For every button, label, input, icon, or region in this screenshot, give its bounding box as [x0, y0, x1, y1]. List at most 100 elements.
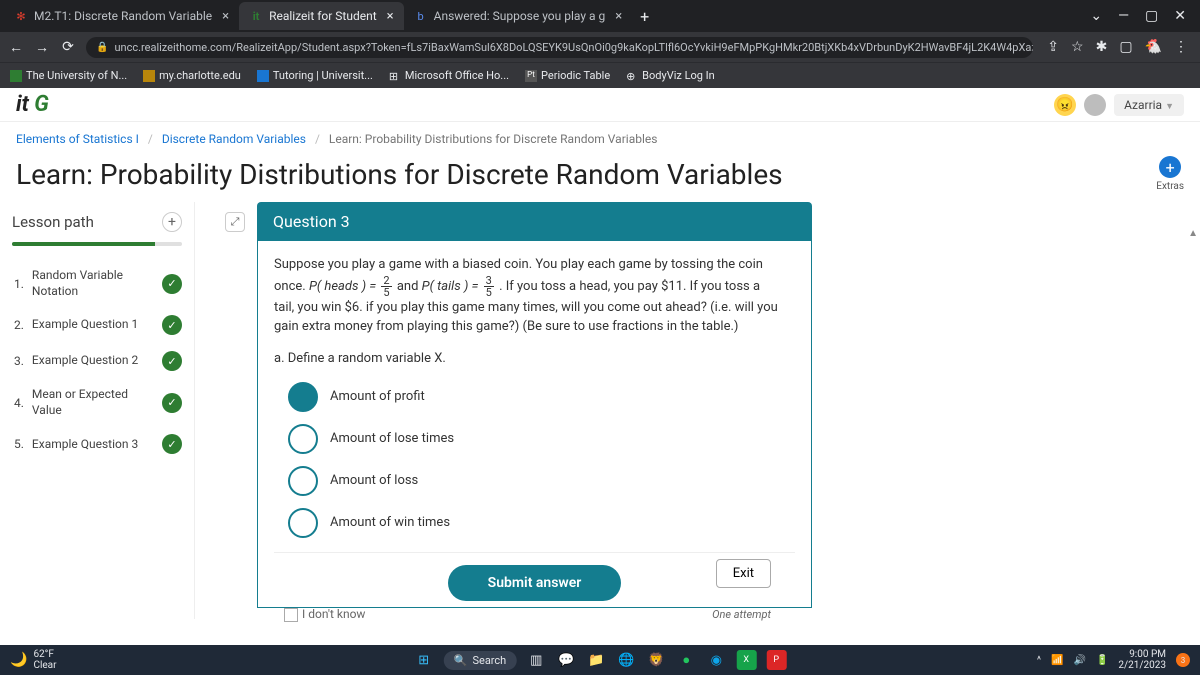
wifi-icon[interactable]: 📶 [1051, 655, 1063, 666]
back-button[interactable]: ← [8, 39, 24, 56]
submit-button[interactable]: Submit answer [448, 565, 622, 601]
question-footer: Submit answer Exit I don't know One atte… [274, 552, 795, 607]
chevron-down-icon: ▼ [1165, 102, 1174, 112]
radio-button[interactable] [288, 466, 318, 496]
windows-taskbar: 🌙 62°F Clear ⊞ 🔍Search ▥ 💬 📁 🌐 🦁 ● ◉ X P… [0, 645, 1200, 675]
radio-button[interactable] [288, 424, 318, 454]
spotify-icon[interactable]: ● [676, 650, 696, 670]
radio-label: Amount of lose times [330, 429, 454, 449]
lesson-item[interactable]: 2. Example Question 1 ✓ [0, 307, 194, 343]
minimize-icon[interactable]: — [1118, 8, 1129, 24]
content-column: ⤢ Question 3 Suppose you play a game wit… [195, 202, 1200, 619]
edge-icon[interactable]: ◉ [706, 650, 726, 670]
radio-label: Amount of win times [330, 513, 450, 533]
clock[interactable]: 9:00 PM 2/21/2023 [1118, 649, 1166, 671]
bookmark-item[interactable]: Tutoring | Universit... [257, 69, 373, 82]
tab-answered[interactable]: b Answered: Suppose you play a g × [404, 2, 633, 30]
new-tab-button[interactable]: + [632, 7, 657, 26]
i-dont-know-checkbox[interactable]: I don't know [284, 605, 365, 623]
radio-label: Amount of profit [330, 387, 425, 407]
user-name-label: Azarria [1124, 98, 1162, 112]
avatar[interactable] [1084, 94, 1106, 116]
radio-option[interactable]: Amount of win times [274, 502, 795, 544]
taskbar-search[interactable]: 🔍Search [444, 651, 517, 670]
radio-option[interactable]: Amount of loss [274, 460, 795, 502]
powerpoint-icon[interactable]: P [766, 650, 786, 670]
bartleby-icon: b [414, 9, 428, 23]
page-title: Learn: Probability Distributions for Dis… [16, 158, 1156, 191]
tab-label: M2.T1: Discrete Random Variable [34, 9, 212, 23]
chrome-icon[interactable]: 🌐 [616, 650, 636, 670]
share-icon[interactable]: ⇪ [1047, 39, 1059, 55]
radio-button[interactable] [288, 508, 318, 538]
forward-button[interactable]: → [34, 39, 50, 56]
bookmark-item[interactable]: The University of N... [10, 69, 127, 82]
lesson-item[interactable]: 1. Random Variable Notation ✓ [0, 260, 194, 307]
tray-chevron-icon[interactable]: ^ [1037, 655, 1041, 666]
radio-option[interactable]: Amount of profit [274, 376, 795, 418]
bookmark-item[interactable]: ⊕BodyViz Log In [626, 69, 715, 82]
status-face-icon[interactable]: 😠 [1054, 94, 1076, 116]
check-icon: ✓ [162, 351, 182, 371]
clock-time: 9:00 PM [1118, 649, 1166, 660]
close-icon[interactable]: × [387, 9, 394, 24]
close-icon[interactable]: × [615, 9, 622, 24]
battery-icon[interactable]: 🔋 [1096, 655, 1108, 666]
bookmark-item[interactable]: my.charlotte.edu [143, 69, 241, 82]
chat-icon[interactable]: 💬 [556, 650, 576, 670]
lesson-label: Example Question 2 [32, 353, 154, 369]
volume-icon[interactable]: 🔊 [1074, 655, 1086, 666]
add-lesson-button[interactable]: + [162, 212, 182, 232]
realizeit-logo[interactable]: it G [16, 92, 49, 117]
user-menu[interactable]: Azarria ▼ [1114, 94, 1184, 116]
bookmark-label: Periodic Table [541, 69, 610, 82]
task-view-icon[interactable]: ▥ [526, 650, 546, 670]
extension-icon[interactable]: ✱ [1096, 39, 1108, 55]
lesson-path-sidebar: Lesson path + 1. Random Variable Notatio… [0, 202, 195, 619]
browser-nav: ← → ⟳ 🔒 uncc.realizeithome.com/Realizeit… [0, 32, 1200, 62]
question-prompt-line: Suppose you play a game with a biased co… [274, 255, 795, 275]
lesson-item[interactable]: 4. Mean or Expected Value ✓ [0, 379, 194, 426]
logo-g: G [34, 92, 49, 117]
breadcrumb-link[interactable]: Discrete Random Variables [162, 132, 306, 146]
close-window-icon[interactable]: ✕ [1174, 8, 1186, 24]
brave-icon[interactable]: 🦁 [646, 650, 666, 670]
profile-icon[interactable]: 🐔 [1145, 39, 1162, 55]
close-icon[interactable]: × [222, 9, 229, 24]
question-body: Suppose you play a game with a biased co… [257, 241, 812, 608]
tab-realizeit[interactable]: it Realizeit for Student × [239, 2, 404, 30]
excel-icon[interactable]: X [736, 650, 756, 670]
clock-date: 2/21/2023 [1118, 660, 1166, 671]
lesson-item[interactable]: 3. Example Question 2 ✓ [0, 343, 194, 379]
reload-button[interactable]: ⟳ [60, 39, 76, 55]
breadcrumb-link[interactable]: Elements of Statistics I [16, 132, 139, 146]
lesson-label: Example Question 1 [32, 317, 154, 333]
check-icon: ✓ [162, 393, 182, 413]
exit-button[interactable]: Exit [716, 559, 771, 588]
chevron-down-icon[interactable]: ⌄ [1090, 8, 1102, 24]
bookmark-label: my.charlotte.edu [159, 69, 241, 82]
start-button[interactable]: ⊞ [414, 650, 434, 670]
radio-button[interactable] [288, 382, 318, 412]
check-icon: ✓ [162, 434, 182, 454]
maximize-icon[interactable]: ▢ [1145, 8, 1158, 24]
notification-icon[interactable]: 3 [1176, 653, 1190, 667]
extras-button[interactable]: + Extras [1156, 156, 1184, 192]
window-controls: ⌄ — ▢ ✕ [1080, 8, 1196, 24]
radio-option[interactable]: Amount of lose times [274, 418, 795, 460]
menu-icon[interactable]: ⋮ [1174, 39, 1188, 55]
expand-button[interactable]: ⤢ [225, 212, 245, 232]
lesson-item[interactable]: 5. Example Question 3 ✓ [0, 426, 194, 462]
tab-canvas[interactable]: ✻ M2.T1: Discrete Random Variable × [4, 2, 239, 30]
progress-bar [12, 242, 182, 246]
realizeit-icon: it [249, 9, 263, 23]
bookmark-label: BodyViz Log In [642, 69, 715, 82]
url-bar[interactable]: 🔒 uncc.realizeithome.com/RealizeitApp/St… [86, 37, 1033, 58]
star-icon[interactable]: ☆ [1071, 39, 1084, 55]
logo-it: it [16, 92, 29, 117]
reading-list-icon[interactable]: ▢ [1119, 39, 1132, 55]
bookmark-item[interactable]: PtPeriodic Table [525, 69, 610, 82]
explorer-icon[interactable]: 📁 [586, 650, 606, 670]
bookmark-item[interactable]: ⊞Microsoft Office Ho... [389, 69, 509, 82]
weather-widget[interactable]: 🌙 62°F Clear [10, 649, 57, 671]
